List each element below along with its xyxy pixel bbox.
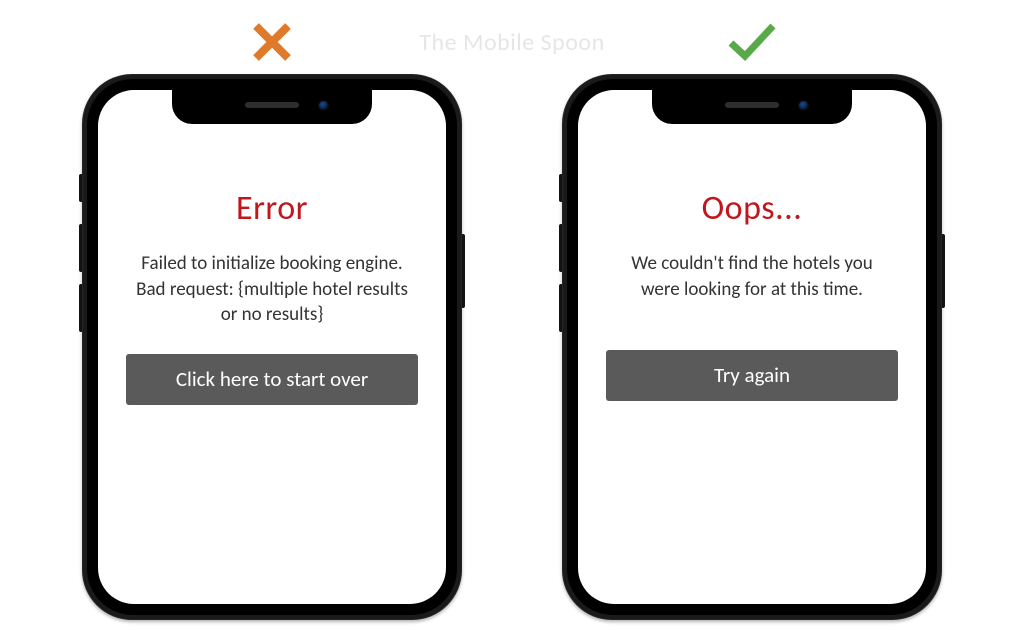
comparison-stage: Error Failed to initialize booking engin… xyxy=(0,0,1024,620)
phone-mockup-bad: Error Failed to initialize booking engin… xyxy=(82,74,462,620)
bad-example: Error Failed to initialize booking engin… xyxy=(82,16,462,620)
phone-notch xyxy=(172,90,372,124)
error-dialog: Oops... We couldn't find the hotels you … xyxy=(578,90,926,604)
phone-mockup-good: Oops... We couldn't find the hotels you … xyxy=(562,74,942,620)
phone-screen: Error Failed to initialize booking engin… xyxy=(98,90,446,604)
error-message: We couldn't find the hotels you were loo… xyxy=(606,251,898,302)
error-dialog: Error Failed to initialize booking engin… xyxy=(98,90,446,604)
error-title: Oops... xyxy=(606,188,898,229)
start-over-button[interactable]: Click here to start over xyxy=(126,354,418,405)
error-message: Failed to initialize booking engine. Bad… xyxy=(126,251,418,328)
phone-screen: Oops... We couldn't find the hotels you … xyxy=(578,90,926,604)
error-title: Error xyxy=(126,188,418,229)
check-icon xyxy=(725,16,779,68)
try-again-button[interactable]: Try again xyxy=(606,350,898,401)
watermark-text: The Mobile Spoon xyxy=(419,28,604,57)
cross-icon xyxy=(248,16,296,68)
good-example: Oops... We couldn't find the hotels you … xyxy=(562,16,942,620)
phone-notch xyxy=(652,90,852,124)
